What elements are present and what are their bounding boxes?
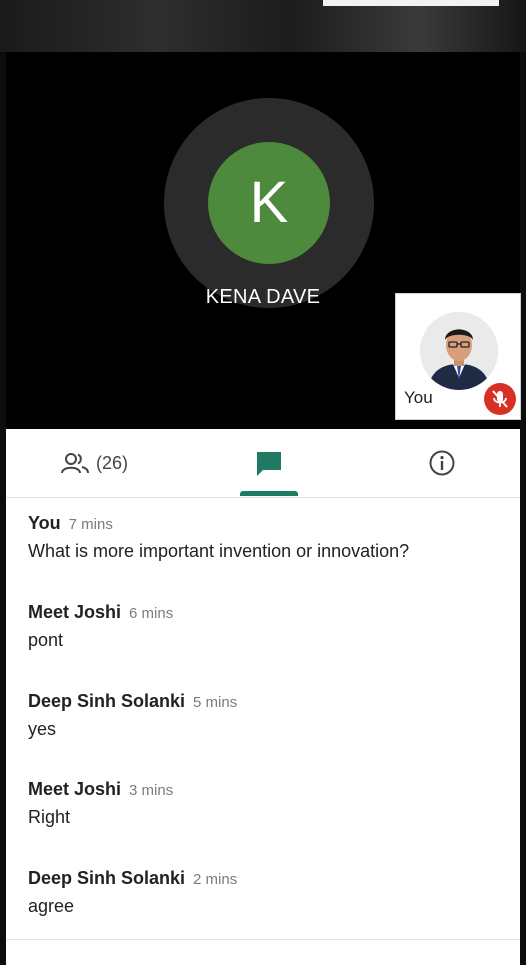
self-label: You <box>404 388 433 407</box>
message-sender: Deep Sinh Solanki <box>28 868 186 888</box>
divider <box>6 939 520 940</box>
message-sender: Meet Joshi <box>28 602 122 622</box>
message-time: 6 mins <box>129 605 174 622</box>
status-bar-fragment <box>323 0 499 6</box>
message-item: Meet Joshi 6 mins pont <box>28 602 508 651</box>
message-text: agree <box>28 896 75 916</box>
message-sender: Deep Sinh Solanki <box>28 691 186 711</box>
side-panel: (26) You 7 mins What is more important in… <box>6 429 520 965</box>
tab-info[interactable] <box>416 429 466 497</box>
message-item: Meet Joshi 3 mins Right <box>28 779 508 828</box>
info-icon <box>429 450 455 476</box>
message-item: You 7 mins What is more important inventi… <box>28 513 508 562</box>
message-time: 5 mins <box>193 694 238 711</box>
tab-chat[interactable] <box>236 429 300 497</box>
speaker-avatar: K <box>208 142 330 264</box>
chat-icon <box>257 452 281 476</box>
mic-off-icon[interactable] <box>484 383 516 415</box>
tab-people[interactable]: (26) <box>52 429 172 497</box>
self-video-tile[interactable]: You <box>395 293 521 420</box>
panel-tabs: (26) <box>6 429 520 498</box>
people-count: (26) <box>96 453 129 473</box>
active-tab-indicator <box>240 491 298 496</box>
message-text: yes <box>28 719 57 739</box>
message-time: 2 mins <box>193 871 238 888</box>
message-text: pont <box>28 630 64 650</box>
people-icon <box>61 453 89 474</box>
message-item: Deep Sinh Solanki 2 mins agree <box>28 868 508 917</box>
message-text: Right <box>28 807 71 827</box>
message-time: 3 mins <box>129 782 174 799</box>
background-strip <box>0 0 526 52</box>
message-sender: Meet Joshi <box>28 779 122 799</box>
message-text: What is more important invention or inno… <box>28 541 410 561</box>
message-sender: You <box>28 513 61 533</box>
message-time: 7 mins <box>68 516 113 533</box>
message-item: Deep Sinh Solanki 5 mins yes <box>28 691 508 740</box>
self-avatar <box>420 312 498 390</box>
call-video-area: K KENA DAVE You <box>6 52 521 429</box>
